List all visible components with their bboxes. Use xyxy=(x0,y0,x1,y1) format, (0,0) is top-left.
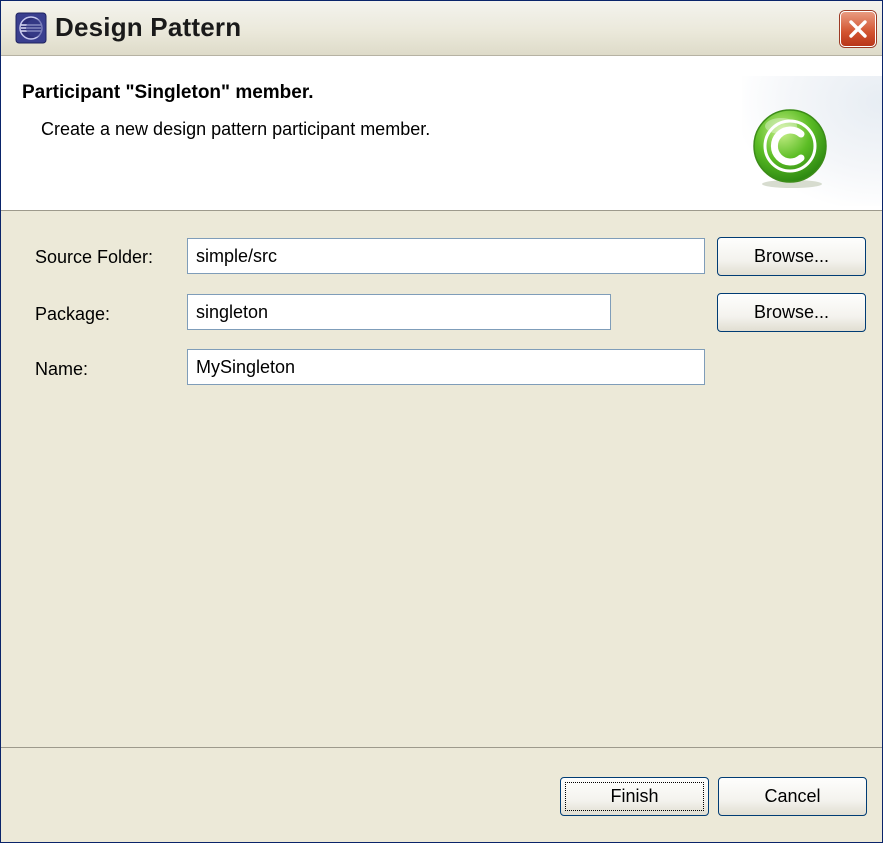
window-title: Design Pattern xyxy=(55,12,242,42)
form-area: Source Folder: simple/src Browse... Pack… xyxy=(1,212,882,748)
close-button[interactable] xyxy=(840,11,876,47)
browse-package-button[interactable]: Browse... xyxy=(717,293,866,332)
dialog-window: Design Pattern Participant "Singleton" m… xyxy=(0,0,883,843)
banner-description: Create a new design pattern participant … xyxy=(41,119,431,139)
class-c-icon xyxy=(747,104,833,190)
package-input[interactable]: singleton xyxy=(187,294,611,330)
source-folder-label: Source Folder: xyxy=(35,247,154,267)
source-folder-input[interactable]: simple/src xyxy=(187,238,705,274)
name-input[interactable]: MySingleton xyxy=(187,349,705,385)
eclipse-icon xyxy=(15,12,47,44)
title-bar[interactable]: Design Pattern xyxy=(1,1,882,56)
banner-title: Participant "Singleton" member. xyxy=(22,82,314,103)
package-label: Package: xyxy=(35,304,111,324)
cancel-button[interactable]: Cancel xyxy=(718,777,867,816)
finish-button[interactable]: Finish xyxy=(560,777,709,816)
name-label: Name: xyxy=(35,359,89,379)
browse-source-folder-button[interactable]: Browse... xyxy=(717,237,866,276)
wizard-banner: Participant "Singleton" member. Create a… xyxy=(1,56,882,211)
button-bar: Finish Cancel xyxy=(1,748,882,842)
close-icon xyxy=(849,20,867,38)
